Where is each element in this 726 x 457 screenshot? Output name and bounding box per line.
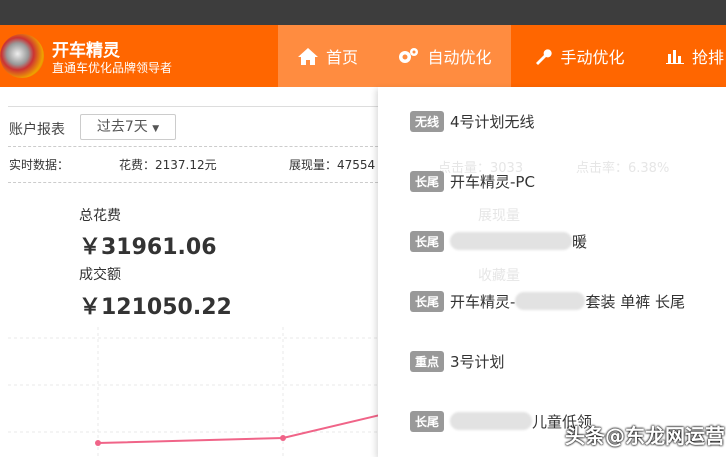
bg-ctr: 点击率：6.38% <box>576 161 670 176</box>
bg-favorites-label: 收藏量 <box>478 268 520 284</box>
date-range-value: 过去7天 <box>96 119 148 135</box>
divider <box>8 182 378 183</box>
plan-tag: 长尾 <box>410 230 445 252</box>
nav-manual-optimize[interactable]: 手动优化 <box>511 25 648 87</box>
bg-impressions-label: 展现量 <box>478 208 520 224</box>
header: 开车精灵 直通车优化品牌领导者 首页 自动优化 手动优化 抢排 <box>0 25 726 87</box>
deal-value: ￥121050.22 <box>79 295 232 320</box>
blurred-text <box>515 292 586 310</box>
plan-tag: 长尾 <box>410 170 445 192</box>
nav-home[interactable]: 首页 <box>278 25 378 87</box>
plan-tag: 无线 <box>410 110 445 132</box>
trend-chart <box>8 327 378 457</box>
wrench-icon <box>536 49 553 65</box>
realtime-impressions: 展现量：47554 <box>289 158 376 172</box>
top-bar <box>0 0 726 25</box>
series-line <box>97 414 378 444</box>
home-icon <box>297 48 318 65</box>
plan-name-suffix: 套装 单裤 长尾 <box>585 292 685 311</box>
plan-dropdown: 点击量：3033 点击率：6.38% 展现量 收藏量 无线 4号计划无线 长尾 开车… <box>378 87 726 457</box>
plan-item[interactable]: 长尾 开车精灵-PC <box>410 170 535 192</box>
data-point <box>280 435 286 441</box>
plan-item[interactable]: 无线 4号计划无线 <box>410 110 535 132</box>
account-report: 账户报表 过去7天 ▼ 实时数据： 花费：2137.12元 展现量：47554 … <box>0 87 378 457</box>
plan-name: 3号计划 <box>450 352 505 371</box>
total-spend-value: ￥31961.06 <box>79 235 217 260</box>
plan-tag: 长尾 <box>410 290 445 312</box>
plan-name: 开车精灵-PC <box>450 172 535 191</box>
nav-auto-optimize[interactable]: 自动优化 <box>378 25 511 87</box>
report-title: 账户报表 <box>9 122 65 138</box>
plan-tag: 重点 <box>410 350 445 372</box>
divider <box>8 146 378 147</box>
gear-icon <box>399 48 419 63</box>
divider <box>8 106 378 107</box>
brand-name: 开车精灵 <box>52 41 120 61</box>
nav-rank[interactable]: 抢排 <box>648 25 726 87</box>
deal-label: 成交额 <box>79 267 121 283</box>
plan-name: 暖 <box>572 232 588 251</box>
date-range-select[interactable]: 过去7天 ▼ <box>80 114 176 140</box>
plan-name: 4号计划无线 <box>450 112 535 131</box>
plan-item[interactable]: 长尾 暖 <box>410 230 587 252</box>
blurred-text <box>450 412 533 430</box>
plan-name: 开车精灵- <box>450 292 516 311</box>
bar-chart-icon <box>666 50 684 64</box>
realtime-label: 实时数据： <box>9 158 70 172</box>
brand-slogan: 直通车优化品牌领导者 <box>52 61 173 75</box>
plan-item[interactable]: 重点 3号计划 <box>410 350 505 372</box>
caret-down-icon: ▼ <box>152 124 160 134</box>
realtime-spend: 花费：2137.12元 <box>119 158 217 172</box>
data-point <box>95 440 101 446</box>
plan-tag: 长尾 <box>410 410 445 432</box>
total-spend-label: 总花费 <box>79 208 121 224</box>
watermark: 头条@东龙网运营 <box>565 424 725 448</box>
blurred-text <box>450 232 573 250</box>
plan-item[interactable]: 长尾 开车精灵- 套装 单裤 长尾 <box>410 290 685 312</box>
logo-icon <box>0 34 44 78</box>
